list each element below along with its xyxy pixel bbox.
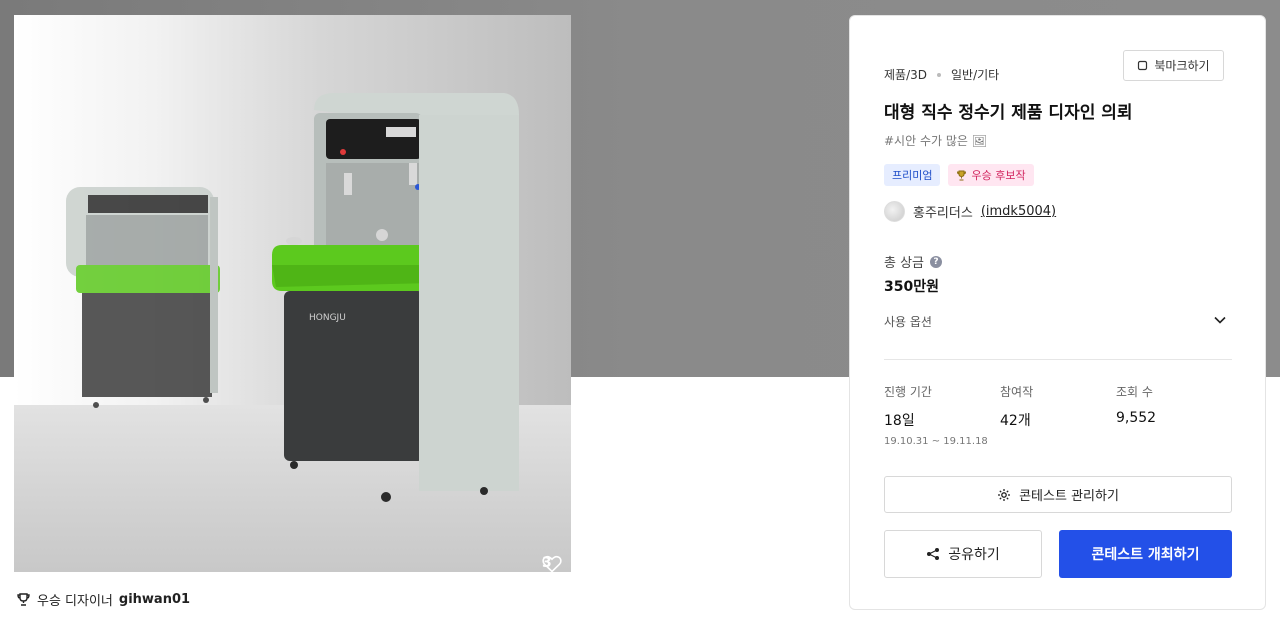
- help-icon[interactable]: ?: [930, 255, 943, 268]
- premium-badge: 프리미엄: [884, 164, 941, 186]
- entries-stat: 참여작 42개: [1000, 383, 1033, 430]
- views-value: 9,552: [1116, 410, 1157, 426]
- manage-contest-label: 콘테스트 관리하기: [1019, 489, 1119, 504]
- trophy-icon: [17, 593, 30, 606]
- winner-name[interactable]: gihwan01: [119, 592, 190, 607]
- bookmark-label: 북마크하기: [1154, 59, 1210, 73]
- best-candidate-label: 우승 후보작: [971, 169, 1026, 182]
- winner-designer: 우승 디자이너 gihwan01: [16, 590, 190, 609]
- share-icon: [927, 548, 940, 560]
- views-label: 조회 수: [1116, 385, 1153, 399]
- period-stat: 진행 기간 18일 19.10.31 ~ 19.11.18: [884, 383, 988, 447]
- heart-icon: [542, 555, 562, 572]
- contest-info-panel: 제품/3D 일반/기타 북마크하기 대형 직수 정수기 제품 디자인 의뢰 #시…: [849, 15, 1266, 610]
- entries-value: 42개: [1000, 413, 1031, 429]
- prize-label-text: 총 상금: [884, 256, 925, 271]
- host-contest-label: 콘테스트 개최하기: [1091, 547, 1200, 563]
- bookmark-icon: [1138, 60, 1148, 71]
- host-info[interactable]: 홍주리더스 (imdk5004): [884, 201, 1056, 222]
- avatar: [884, 201, 905, 222]
- winner-prefix: 우승 디자이너: [37, 594, 113, 609]
- usage-options-toggle[interactable]: [1213, 312, 1227, 331]
- breadcrumb-category[interactable]: 제품/3D: [884, 66, 927, 83]
- breadcrumb-separator: [937, 72, 941, 77]
- chevron-down-icon: [1214, 316, 1226, 324]
- breadcrumb-subcategory[interactable]: 일반/기타: [951, 66, 999, 83]
- best-candidate-badge: 우승 후보작: [948, 164, 1034, 186]
- host-name: 홍주리더스: [913, 206, 973, 221]
- share-button[interactable]: 공유하기: [884, 530, 1042, 578]
- badge-list: 프리미엄 우승 후보작: [884, 164, 1034, 186]
- bookmark-button[interactable]: 북마크하기: [1123, 50, 1224, 81]
- host-contest-button[interactable]: 콘테스트 개최하기: [1059, 530, 1232, 578]
- water-dispenser-illustration: HONGJU: [66, 93, 519, 502]
- views-stat: 조회 수 9,552: [1116, 383, 1156, 426]
- share-label: 공유하기: [948, 547, 1000, 563]
- product-image[interactable]: HONGJU 3: [14, 15, 571, 572]
- usage-options-label: 사용 옵션: [884, 315, 932, 329]
- like-button[interactable]: 3: [542, 555, 562, 572]
- premium-badge-label: 프리미엄: [892, 169, 933, 182]
- prize-value: 350만원: [884, 279, 939, 295]
- contest-hashtags[interactable]: #시안 수가 많은 🖼: [884, 132, 987, 149]
- period-range: 19.10.31 ~ 19.11.18: [884, 436, 988, 447]
- divider: [884, 359, 1232, 360]
- entries-label: 참여작: [1000, 385, 1034, 399]
- contest-title: 대형 직수 정수기 제품 디자인 의뢰: [884, 103, 1133, 123]
- breadcrumb: 제품/3D 일반/기타: [884, 66, 999, 83]
- period-label: 진행 기간: [884, 385, 932, 399]
- svg-text:HONGJU: HONGJU: [309, 313, 346, 323]
- manage-contest-button[interactable]: 콘테스트 관리하기: [884, 476, 1232, 513]
- prize-label: 총 상금 ?: [884, 252, 943, 271]
- host-id-link[interactable]: (imdk5004): [981, 204, 1056, 219]
- trophy-icon: [957, 170, 967, 180]
- period-value: 18일: [884, 413, 915, 429]
- gear-icon: [998, 488, 1011, 501]
